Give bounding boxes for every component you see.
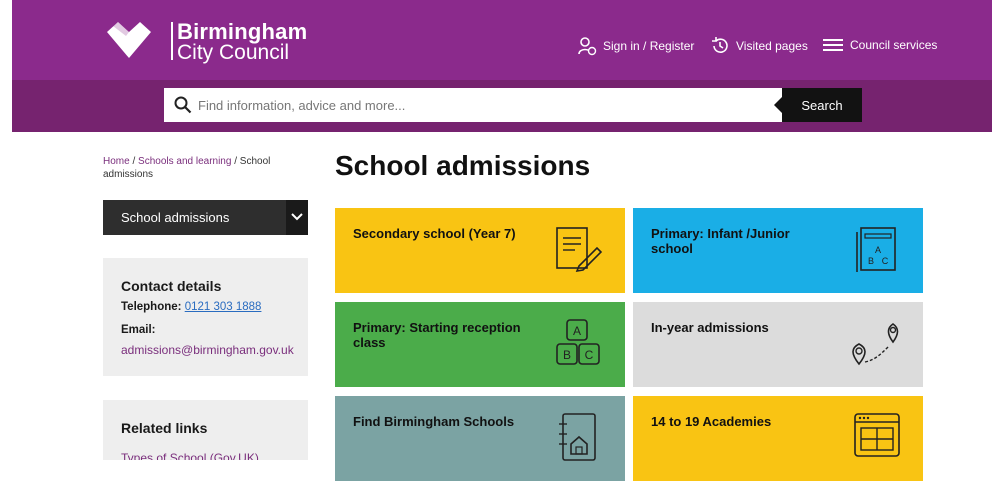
council-services-label: Council services [850, 38, 938, 52]
sign-in-link[interactable]: Sign in / Register [577, 36, 694, 56]
card-title: Secondary school (Year 7) [353, 226, 516, 241]
dropdown-toggle[interactable] [286, 200, 308, 235]
svg-text:A: A [875, 245, 881, 255]
sign-in-label: Sign in / Register [603, 39, 695, 53]
card-title: Find Birmingham Schools [353, 414, 515, 429]
menu-icon [823, 39, 843, 51]
breadcrumb-separator: / [132, 156, 136, 167]
related-links-panel: Related links Types of School (Gov.UK) [103, 400, 308, 460]
svg-text:B: B [868, 256, 874, 266]
search-box [164, 88, 782, 122]
card-secondary-school[interactable]: Secondary school (Year 7) [335, 208, 625, 293]
map-route-icon [852, 323, 899, 366]
telephone-label: Telephone: [121, 301, 182, 313]
search-bar: Search [12, 80, 992, 132]
notepad-pencil-icon [556, 227, 603, 273]
card-title: In-year admissions [651, 320, 769, 335]
svg-text:A: A [573, 324, 581, 338]
svg-text:B: B [563, 348, 571, 362]
breadcrumb: Home / Schools and learning / School adm… [103, 155, 308, 181]
logo-divider [171, 22, 173, 60]
school-directory-icon [559, 413, 596, 461]
svg-text:C: C [585, 348, 594, 362]
email-line: Email: [121, 324, 156, 336]
user-icon [578, 37, 597, 56]
logo-subtitle[interactable]: City Council [177, 41, 289, 65]
section-dropdown[interactable]: School admissions [103, 200, 308, 235]
visited-pages-label: Visited pages [736, 39, 808, 53]
card-find-birmingham-schools[interactable]: Find Birmingham Schools [335, 396, 625, 481]
heart-logo-icon[interactable] [104, 20, 154, 60]
section-dropdown-label: School admissions [121, 210, 230, 225]
telephone-line: Telephone: 0121 303 1888 [121, 301, 261, 313]
svg-text:C: C [882, 256, 889, 266]
related-links-title: Related links [121, 420, 208, 436]
abc-blocks-icon: A B C [556, 319, 600, 365]
search-button-notch [774, 97, 782, 113]
card-title: Primary: Starting reception class [353, 320, 521, 350]
card-primary-infant-junior[interactable]: Primary: Infant /Junior school A B C [633, 208, 923, 293]
chevron-down-icon [291, 213, 303, 221]
card-primary-reception[interactable]: Primary: Starting reception class A B C [335, 302, 625, 387]
abc-book-icon: A B C [856, 227, 896, 272]
site-header: Birmingham City Council Sign in / Regist… [12, 0, 992, 132]
search-icon [174, 96, 192, 114]
history-icon [712, 37, 728, 53]
search-button[interactable]: Search [782, 88, 862, 122]
visited-pages-link[interactable]: Visited pages [710, 36, 808, 56]
card-title: 14 to 19 Academies [651, 414, 772, 429]
related-link-item[interactable]: Types of School (Gov.UK) [121, 451, 259, 460]
page-title: School admissions [335, 150, 591, 181]
search-input[interactable] [198, 88, 768, 122]
council-services-link[interactable]: Council services [822, 36, 937, 54]
breadcrumb-schools-and-learning[interactable]: Schools and learning [138, 156, 231, 167]
telephone-link[interactable]: 0121 303 1888 [185, 301, 262, 313]
website-layout-icon [854, 413, 900, 457]
contact-details-title: Contact details [121, 278, 222, 294]
breadcrumb-separator: / [234, 156, 237, 167]
breadcrumb-home[interactable]: Home [103, 156, 130, 167]
contact-details-panel: Contact details Telephone: 0121 303 1888… [103, 258, 308, 376]
email-label: Email: [121, 324, 156, 336]
card-14-to-19-academies[interactable]: 14 to 19 Academies [633, 396, 923, 481]
card-in-year-admissions[interactable]: In-year admissions [633, 302, 923, 387]
card-title: Primary: Infant /Junior school [651, 226, 790, 256]
email-link[interactable]: admissions@birmingham.gov.uk [121, 343, 294, 357]
